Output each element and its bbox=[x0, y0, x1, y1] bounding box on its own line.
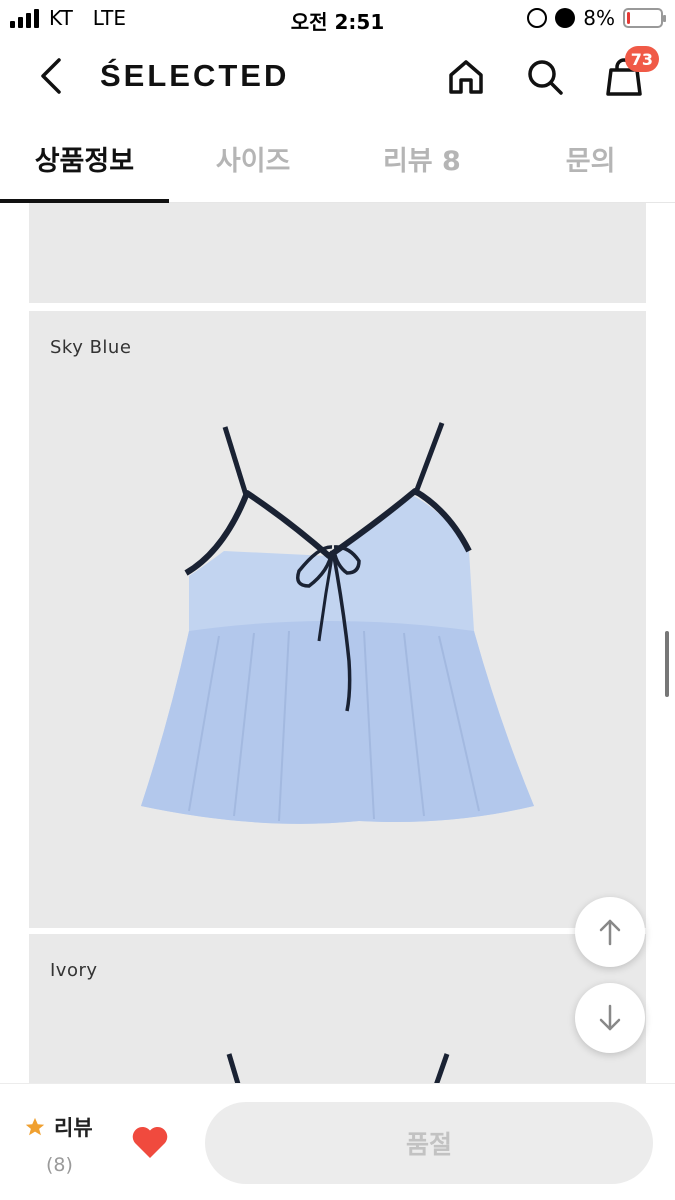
review-label: 리뷰 bbox=[54, 1116, 93, 1140]
product-image-sky-blue: Sky Blue bbox=[29, 311, 646, 928]
bottom-action-bar: 리뷰 (8) 품절 bbox=[0, 1083, 675, 1200]
search-button[interactable] bbox=[522, 54, 568, 100]
ivory-top-image bbox=[226, 1053, 450, 1083]
cart-count-badge: 73 bbox=[624, 46, 659, 72]
battery-icon bbox=[623, 8, 666, 28]
heart-icon bbox=[132, 1126, 168, 1158]
battery-percent: 8% bbox=[583, 6, 615, 30]
review-row: 리뷰 bbox=[24, 1112, 93, 1142]
wishlist-button[interactable] bbox=[130, 1124, 170, 1162]
home-icon bbox=[449, 60, 483, 94]
product-tabs: 상품정보 사이즈 리뷰 8 문의 bbox=[0, 125, 675, 203]
tab-size[interactable]: 사이즈 bbox=[169, 125, 338, 202]
alarm-icon bbox=[555, 8, 576, 28]
arrow-down-icon bbox=[599, 1004, 621, 1031]
tab-inquiry[interactable]: 문의 bbox=[506, 125, 675, 202]
review-count: (8) bbox=[46, 1154, 73, 1176]
home-button[interactable] bbox=[443, 54, 489, 100]
tab-reviews[interactable]: 리뷰 8 bbox=[338, 125, 507, 202]
scroll-up-button[interactable] bbox=[575, 897, 645, 967]
tab-product-info[interactable]: 상품정보 bbox=[0, 125, 169, 203]
product-detail-content[interactable]: Sky Blue Ivory bbox=[0, 203, 675, 1083]
search-icon bbox=[528, 60, 563, 95]
scroll-down-button[interactable] bbox=[575, 983, 645, 1053]
star-icon bbox=[25, 1117, 45, 1136]
status-right: 8% bbox=[527, 6, 666, 30]
rotation-lock-icon bbox=[527, 8, 548, 28]
app-header: ŚELECTED 73 bbox=[0, 40, 675, 120]
product-image-ivory: Ivory bbox=[29, 934, 646, 1083]
status-bar: KT LTE 오전 2:51 8% bbox=[0, 0, 675, 40]
review-summary[interactable]: 리뷰 (8) bbox=[24, 1112, 93, 1176]
back-button[interactable] bbox=[30, 56, 70, 96]
scroll-indicator bbox=[665, 631, 669, 697]
sold-out-button[interactable]: 품절 bbox=[205, 1102, 653, 1184]
battery-fill bbox=[627, 12, 630, 24]
chevron-left-icon bbox=[41, 58, 61, 94]
cart-button[interactable]: 73 bbox=[601, 46, 659, 100]
arrow-up-icon bbox=[599, 919, 621, 946]
product-image-panel bbox=[29, 203, 646, 303]
brand-logo[interactable]: ŚELECTED bbox=[100, 58, 289, 94]
sky-blue-top-image bbox=[141, 422, 534, 824]
